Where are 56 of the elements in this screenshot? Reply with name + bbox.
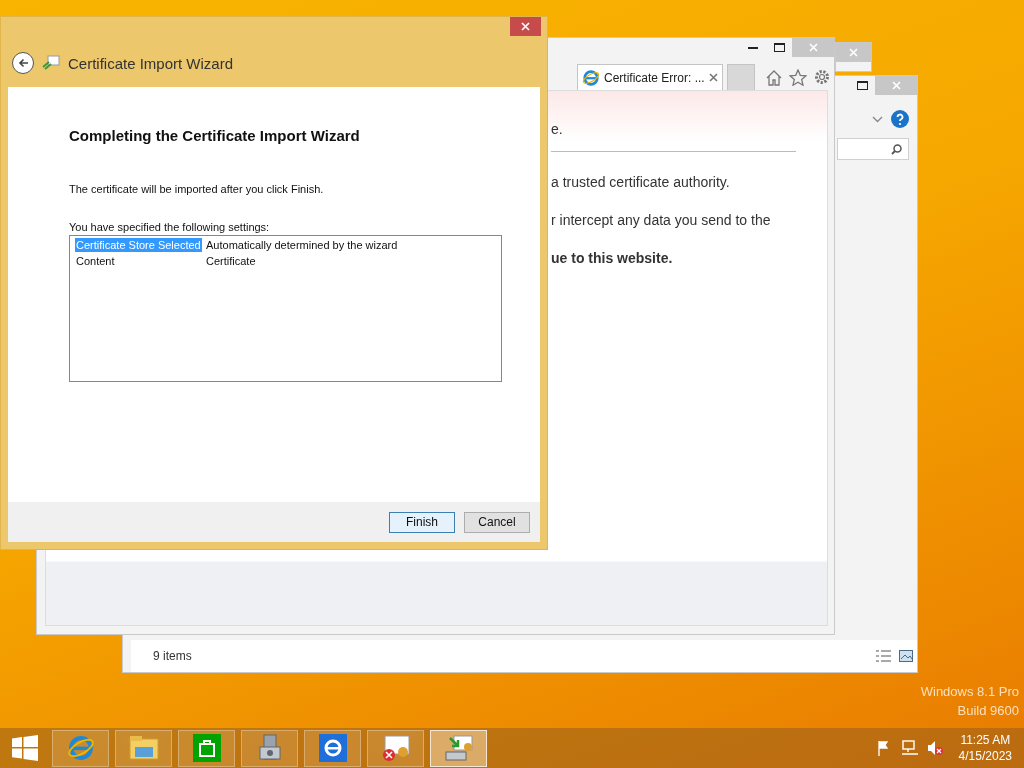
taskbar-app-button[interactable]	[52, 729, 109, 767]
close-icon	[808, 43, 818, 52]
maximize-icon	[773, 43, 785, 52]
store-icon	[192, 734, 221, 762]
chevron-down-icon[interactable]	[872, 115, 883, 123]
back-arrow-icon	[17, 58, 29, 68]
edition-text: Build 9600	[957, 703, 1019, 718]
clock[interactable]: 11:25 AM 4/15/2023	[950, 733, 1012, 763]
taskbar-app-button[interactable]	[241, 729, 298, 767]
dialog-button[interactable]: Cancel	[464, 511, 530, 533]
close-button[interactable]	[510, 17, 541, 36]
folder-icon	[128, 735, 159, 761]
page-text: a trusted certificate authority.	[551, 174, 730, 190]
dialog-button[interactable]: Finish	[389, 511, 455, 533]
details-view-icon[interactable]	[876, 650, 891, 662]
wizard-title: Certificate Import Wizard	[68, 54, 234, 72]
wizard-heading: Completing the Certificate Import Wizard	[69, 127, 361, 144]
close-icon	[849, 48, 858, 57]
large-icons-view-icon[interactable]	[899, 650, 913, 662]
setting-value: Certificate	[206, 255, 256, 267]
certificate-error-icon	[380, 734, 411, 762]
info-text: The certificate will be imported after you click Finish.	[69, 183, 325, 195]
browser-tab[interactable]: Certificate Error: ...	[577, 64, 723, 90]
taskbar-app-button[interactable]	[178, 729, 235, 767]
minimize-icon	[748, 46, 758, 49]
network-icon[interactable]	[900, 740, 919, 756]
page-text: e.	[551, 121, 563, 137]
browser-e-icon	[66, 734, 95, 762]
close-icon	[891, 81, 901, 90]
maximize-icon	[856, 81, 868, 90]
star-icon[interactable]	[788, 68, 807, 86]
browser-e-icon	[582, 68, 600, 87]
close-icon	[708, 73, 718, 82]
search-field[interactable]	[837, 138, 909, 160]
back-button[interactable]	[12, 52, 34, 74]
setting-name[interactable]: Content	[75, 254, 116, 268]
windows-logo-icon	[12, 735, 38, 761]
home-icon[interactable]	[764, 68, 783, 86]
speaker-muted-icon[interactable]	[926, 740, 943, 756]
search-icon	[891, 143, 902, 155]
edition-text: Windows 8.1 Pro	[920, 684, 1019, 699]
page-text: r intercept any data you send to the	[551, 212, 771, 228]
certificate-import-icon	[443, 734, 474, 762]
item-count: 9 items	[153, 649, 192, 663]
help-icon[interactable]	[891, 110, 909, 128]
taskbar-app-button[interactable]	[304, 729, 361, 767]
setting-value: Automatically determined by the wizard	[206, 239, 398, 251]
close-icon	[521, 22, 530, 31]
page-text: ue to this website.	[551, 250, 673, 266]
taskbar-app-button[interactable]	[367, 729, 424, 767]
browser-e-tile-icon	[318, 734, 347, 762]
certificate-wizard-icon	[42, 55, 60, 71]
taskbar-app-button[interactable]	[115, 729, 172, 767]
settings-icon[interactable]	[812, 68, 831, 86]
taskbar-app-button[interactable]	[430, 729, 487, 767]
settings-label: You have specified the following settings:	[69, 221, 271, 233]
